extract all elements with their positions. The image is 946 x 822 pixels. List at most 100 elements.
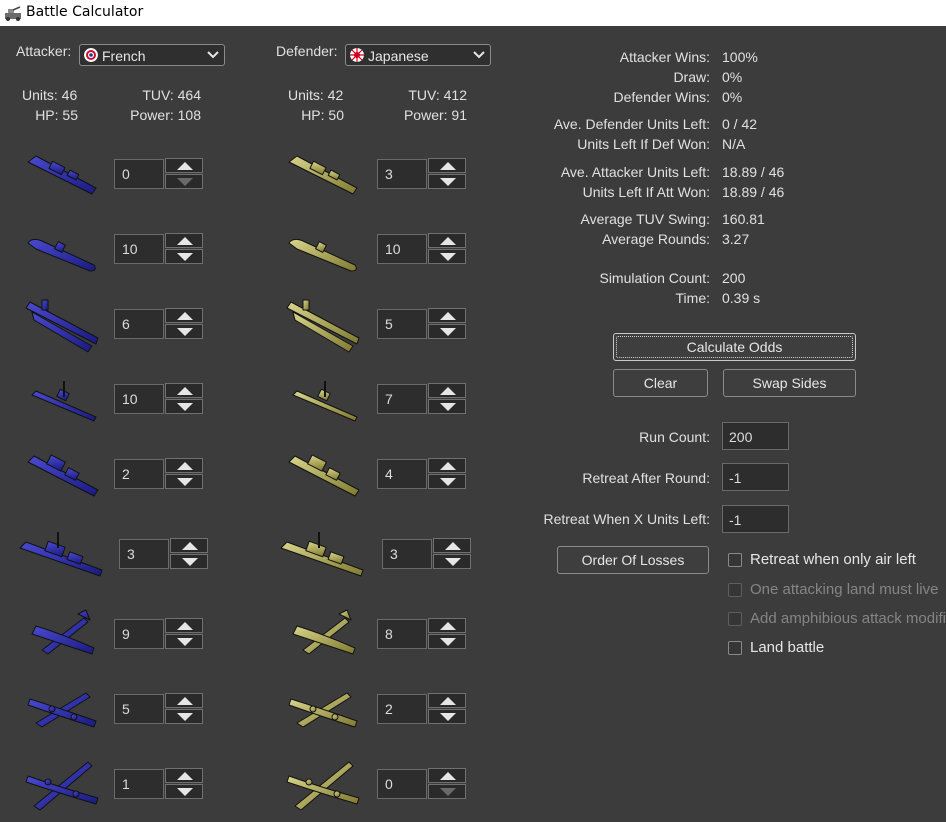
defender-carrier-icon: [286, 299, 360, 353]
defender-spinner-down-button[interactable]: [428, 784, 466, 799]
defender-spinner-down-button[interactable]: [428, 174, 466, 189]
amphibious-modifiers-checkbox[interactable]: [728, 612, 742, 626]
arrow-down-icon: [440, 403, 456, 411]
attacker-destroyer-icon: [31, 381, 97, 422]
defender-unit-count-input[interactable]: 0: [377, 769, 427, 799]
calculate-odds-button[interactable]: Calculate Odds: [613, 333, 856, 361]
defender-spinner-up-button[interactable]: [433, 538, 471, 553]
defender-unit-count-input[interactable]: 7: [377, 384, 427, 414]
attacker-power: Power: 108: [130, 107, 201, 123]
arrow-down-icon: [440, 253, 456, 261]
defender-tuv: TUV: 412: [408, 87, 467, 103]
units-left-if-att-won-label: Units Left If Att Won:: [582, 184, 710, 200]
run-count-input[interactable]: 200: [722, 422, 789, 450]
attacker-unit-count-input[interactable]: 1: [114, 769, 164, 799]
attacker-unit-count-input[interactable]: 10: [114, 234, 164, 264]
retreat-after-round-label: Retreat After Round:: [582, 470, 710, 486]
defender-spinner-up-button[interactable]: [428, 768, 466, 783]
attacker-spinner-down-button[interactable]: [165, 709, 203, 724]
arrow-up-icon: [440, 237, 456, 245]
defender-unit-count-input[interactable]: 3: [382, 539, 432, 569]
arrow-up-icon: [440, 312, 456, 320]
defender-spinner-down-button[interactable]: [433, 554, 471, 569]
attacker-cruiser-icon: [27, 454, 99, 497]
order-of-losses-button[interactable]: Order Of Losses: [557, 546, 709, 574]
retreat-units-left-input[interactable]: -1: [722, 505, 789, 533]
defender-unit-count-input[interactable]: 8: [377, 619, 427, 649]
attacker-unit-count-input[interactable]: 9: [114, 619, 164, 649]
attacker-unit-count-input[interactable]: 3: [119, 539, 169, 569]
attacker-spinner-down-button[interactable]: [165, 784, 203, 799]
defender-unit-count-value: 2: [385, 701, 393, 717]
attacker-spinner-up-button[interactable]: [165, 383, 203, 398]
defender-spinner-up-button[interactable]: [428, 383, 466, 398]
arrow-down-icon: [177, 713, 193, 721]
attacker-unit-count-input[interactable]: 6: [114, 309, 164, 339]
attacker-spinner-up-button[interactable]: [170, 538, 208, 553]
attacker-spinner-up-button[interactable]: [165, 693, 203, 708]
arrow-down-icon: [440, 788, 456, 796]
defender-spinner-down-button[interactable]: [428, 249, 466, 264]
defender-spinner-down-button[interactable]: [428, 709, 466, 724]
defender-spinner-up-button[interactable]: [428, 233, 466, 248]
attacker-spinner-up-button[interactable]: [165, 618, 203, 633]
simulation-count-label: Simulation Count:: [599, 270, 710, 286]
units-left-if-def-won-label: Units Left If Def Won:: [577, 136, 710, 152]
defender-unit-count-input[interactable]: 10: [377, 234, 427, 264]
attacker-spinner-down-button[interactable]: [165, 324, 203, 339]
defender-unit-count-input[interactable]: 5: [377, 309, 427, 339]
arrow-up-icon: [177, 622, 193, 630]
arrow-down-icon: [177, 478, 193, 486]
attacker-label: Attacker:: [16, 43, 72, 59]
attacker-unit-count-input[interactable]: 2: [114, 459, 164, 489]
attacker-spinner-up-button[interactable]: [165, 768, 203, 783]
attacker-unit-count-input[interactable]: 0: [114, 159, 164, 189]
average-rounds-label: Average Rounds:: [602, 231, 710, 247]
defender-label: Defender:: [276, 43, 338, 59]
arrow-up-icon: [440, 387, 456, 395]
attacker-spinner-up-button[interactable]: [165, 458, 203, 473]
land-battle-checkbox[interactable]: [728, 641, 742, 655]
defender-spinner-down-button[interactable]: [428, 324, 466, 339]
defender-spinner-down-button[interactable]: [428, 474, 466, 489]
retreat-after-round-input[interactable]: -1: [722, 463, 789, 491]
attacker-spinner-down-button[interactable]: [165, 474, 203, 489]
attacker-unit-count-input[interactable]: 10: [114, 384, 164, 414]
defender-spinner-up-button[interactable]: [428, 618, 466, 633]
attacker-nation-select[interactable]: French: [79, 44, 225, 66]
defender-spinner-up-button[interactable]: [428, 158, 466, 173]
attacker-spinner-down-button[interactable]: [165, 249, 203, 264]
attacker-wins-value: 100%: [722, 49, 758, 65]
arrow-down-icon: [177, 328, 193, 336]
attacker-unit-count-input[interactable]: 5: [114, 694, 164, 724]
arrow-up-icon: [177, 237, 193, 245]
attacker-spinner-down-button[interactable]: [165, 634, 203, 649]
swap-sides-button[interactable]: Swap Sides: [723, 369, 856, 397]
attacker-spinner-up-button[interactable]: [165, 158, 203, 173]
defender-unit-count-input[interactable]: 2: [377, 694, 427, 724]
attacker-spinner-up-button[interactable]: [165, 308, 203, 323]
defender-spinner-up-button[interactable]: [428, 458, 466, 473]
attacker-bomber-icon: [25, 761, 99, 811]
attacker-hp: HP: 55: [35, 107, 78, 123]
defender-spinner-up-button[interactable]: [428, 693, 466, 708]
defender-unit-count-input[interactable]: 3: [377, 159, 427, 189]
defender-nation-select[interactable]: Japanese: [345, 44, 491, 66]
attacker-spinner-down-button[interactable]: [170, 554, 208, 569]
defender-spinner-up-button[interactable]: [428, 308, 466, 323]
defender-spinner-down-button[interactable]: [428, 399, 466, 414]
one-land-must-live-checkbox[interactable]: [728, 583, 742, 597]
retreat-only-air-checkbox[interactable]: [728, 553, 742, 567]
attacker-spinner-down-button[interactable]: [165, 399, 203, 414]
attacker-tactical-bomber-icon: [27, 692, 97, 728]
clear-button[interactable]: Clear: [613, 369, 708, 397]
ave-defender-units-left-label: Ave. Defender Units Left:: [553, 116, 710, 132]
defender-unit-count-input[interactable]: 4: [377, 459, 427, 489]
arrow-up-icon: [177, 697, 193, 705]
defender-wins-label: Defender Wins:: [613, 89, 710, 105]
arrow-down-icon: [177, 178, 193, 186]
defender-spinner-down-button[interactable]: [428, 634, 466, 649]
defender-cruiser-icon: [288, 454, 360, 497]
attacker-spinner-down-button[interactable]: [165, 174, 203, 189]
attacker-spinner-up-button[interactable]: [165, 233, 203, 248]
